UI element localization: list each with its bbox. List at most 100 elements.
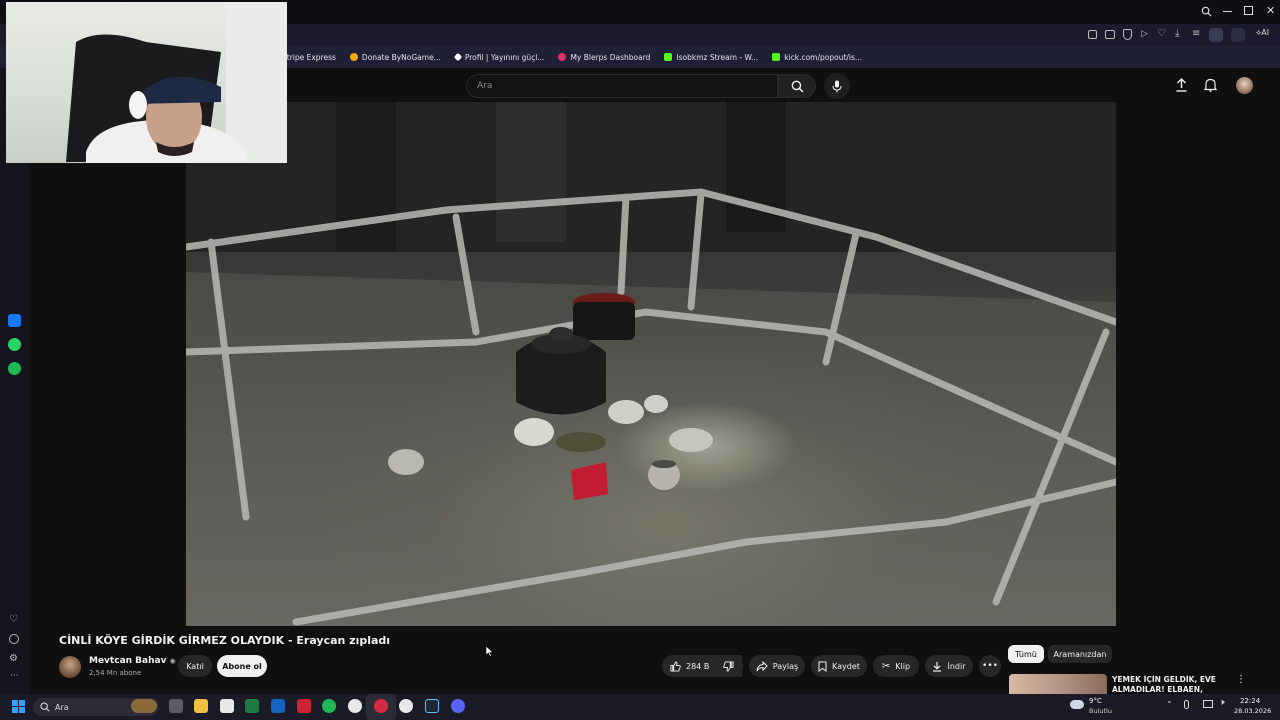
restore-icon[interactable] xyxy=(1244,6,1253,15)
search-placeholder: Ara xyxy=(477,81,493,91)
scissors-icon: ✂ xyxy=(881,660,891,672)
screenshot-icon[interactable] xyxy=(1088,30,1097,39)
chip-label: Aramanızdan xyxy=(1053,649,1107,659)
menu-icon[interactable]: ≡ xyxy=(1192,28,1200,39)
taskbar-search-label: Ara xyxy=(55,702,69,712)
save-button[interactable]: Kaydet xyxy=(811,655,867,677)
search-input[interactable]: Ara xyxy=(466,74,778,98)
download-icon xyxy=(932,661,942,672)
steam-icon[interactable] xyxy=(425,699,439,713)
search-icon xyxy=(40,702,50,712)
clip-button[interactable]: ✂ Klip xyxy=(873,655,919,677)
search-highlight-icon xyxy=(131,699,157,713)
subscriber-count: 2,54 Mn abone xyxy=(89,669,142,677)
share-label: Paylaş xyxy=(772,661,799,671)
shield-icon[interactable] xyxy=(1123,29,1132,40)
network-icon[interactable] xyxy=(1203,700,1213,708)
recommended-video-title[interactable]: YEMEK İÇİN GELDİK, EVE ALMADILAR! ELBAEN… xyxy=(1112,675,1232,694)
search-icon[interactable] xyxy=(1201,6,1212,17)
task-view-icon[interactable] xyxy=(169,699,183,713)
bookmark-label: Profil | Yayınını güçl... xyxy=(464,52,545,62)
system-tray: 9°C Bulutlu ⌃ 🕨 22:24 28.03.2026 xyxy=(1066,696,1280,720)
subscribe-label: Abone ol xyxy=(222,661,262,671)
bookmark-stripe[interactable]: Stripe Express xyxy=(282,53,336,62)
camera-icon[interactable] xyxy=(1105,30,1115,39)
volume-icon[interactable]: 🕨 xyxy=(1219,698,1225,708)
voice-search-button[interactable] xyxy=(824,73,850,99)
thumbs-up-icon xyxy=(670,660,681,672)
bookmark-label: Isobkmz Stream - W... xyxy=(676,52,759,62)
clock-time[interactable]: 22:24 xyxy=(1240,697,1260,705)
webcam-overlay xyxy=(6,2,287,163)
download-label: İndir xyxy=(947,661,966,671)
download-icon[interactable]: ⤓ xyxy=(1175,28,1179,39)
history-icon[interactable] xyxy=(9,634,19,644)
notifications-icon[interactable] xyxy=(1204,78,1217,92)
video-frame xyxy=(186,102,1116,626)
chip-all[interactable]: Tümü xyxy=(1008,645,1044,663)
kick-icon xyxy=(772,53,781,61)
blerp-icon xyxy=(558,53,567,61)
kick-icon xyxy=(664,53,673,61)
thumbs-down-icon xyxy=(722,660,734,672)
recommendation-menu-icon[interactable]: ⋮ xyxy=(1236,674,1246,685)
video-player[interactable] xyxy=(186,102,1116,626)
join-button[interactable]: Katıl xyxy=(178,655,212,677)
calculator-icon[interactable] xyxy=(220,699,234,713)
microphone-icon[interactable] xyxy=(1184,700,1189,709)
channel-name[interactable]: Mevtcan Bahav ◉ xyxy=(89,656,176,666)
bookmark-profile[interactable]: Profil | Yayınını güçl... xyxy=(453,52,545,62)
chip-from-search[interactable]: Aramanızdan xyxy=(1048,645,1112,663)
more-icon: ••• xyxy=(982,661,998,671)
bookmark-kick-popout[interactable]: kick.com/popout/is... xyxy=(772,53,862,62)
extension-icon[interactable] xyxy=(1231,28,1245,42)
close-icon[interactable]: ✕ xyxy=(1266,4,1275,17)
bookmark-blerp[interactable]: My Blerps Dashboard xyxy=(558,53,650,62)
share-button[interactable]: Paylaş xyxy=(749,655,805,677)
minimize-icon[interactable] xyxy=(1223,11,1232,12)
outlook-icon[interactable] xyxy=(271,699,285,713)
chevron-up-icon[interactable]: ⌃ xyxy=(1166,700,1173,709)
heart-icon[interactable]: ♡ xyxy=(1157,28,1166,39)
spotify-icon[interactable] xyxy=(322,699,336,713)
whatsapp-icon[interactable] xyxy=(8,338,21,351)
xbox-icon[interactable] xyxy=(297,699,311,713)
clock-date[interactable]: 28.03.2026 xyxy=(1234,707,1271,715)
ai-icon[interactable]: ⟡AI xyxy=(1256,28,1269,38)
more-actions-button[interactable]: ••• xyxy=(979,655,1001,677)
account-avatar[interactable] xyxy=(1236,77,1253,94)
bookmark-label: Donate ByNoGame... xyxy=(361,52,441,62)
weather-temp: 9°C xyxy=(1089,697,1102,705)
bookmark-bynogame[interactable]: Donate ByNoGame... xyxy=(349,52,441,62)
spotify-icon[interactable] xyxy=(8,362,21,375)
channel-avatar[interactable] xyxy=(59,656,81,678)
microphone-icon xyxy=(832,80,842,93)
chip-label: Tümü xyxy=(1015,649,1037,659)
download-button[interactable]: İndir xyxy=(925,655,973,677)
weather-desc: Bulutlu xyxy=(1089,707,1112,715)
profile-icon[interactable] xyxy=(1209,28,1223,42)
clip-label: Klip xyxy=(895,661,911,671)
heart-icon[interactable]: ♡ xyxy=(9,614,18,625)
recommended-video-thumbnail[interactable] xyxy=(1009,674,1107,694)
search-icon xyxy=(791,80,804,93)
subscribe-button[interactable]: Abone ol xyxy=(217,655,267,677)
opera-gx-icon[interactable] xyxy=(399,699,413,713)
upload-icon[interactable] xyxy=(1175,78,1188,92)
bookmark-kick-stream[interactable]: Isobkmz Stream - W... xyxy=(664,53,758,62)
excel-icon[interactable] xyxy=(245,699,259,713)
join-label: Katıl xyxy=(186,661,204,671)
windows-start-icon[interactable] xyxy=(12,700,25,713)
play-icon[interactable]: ▷ xyxy=(1141,29,1148,39)
chatgpt-icon[interactable] xyxy=(348,699,362,713)
profile-icon xyxy=(453,52,463,62)
file-explorer-icon[interactable] xyxy=(194,699,208,713)
search-button[interactable] xyxy=(778,74,816,98)
save-label: Kaydet xyxy=(832,661,860,671)
discord-icon[interactable] xyxy=(451,699,465,713)
channel-name-text: Mevtcan Bahav xyxy=(89,656,167,666)
more-icon[interactable]: ··· xyxy=(10,671,19,681)
dislike-button[interactable] xyxy=(713,655,743,677)
settings-icon[interactable]: ⚙ xyxy=(9,653,18,664)
messenger-icon[interactable] xyxy=(8,314,21,327)
